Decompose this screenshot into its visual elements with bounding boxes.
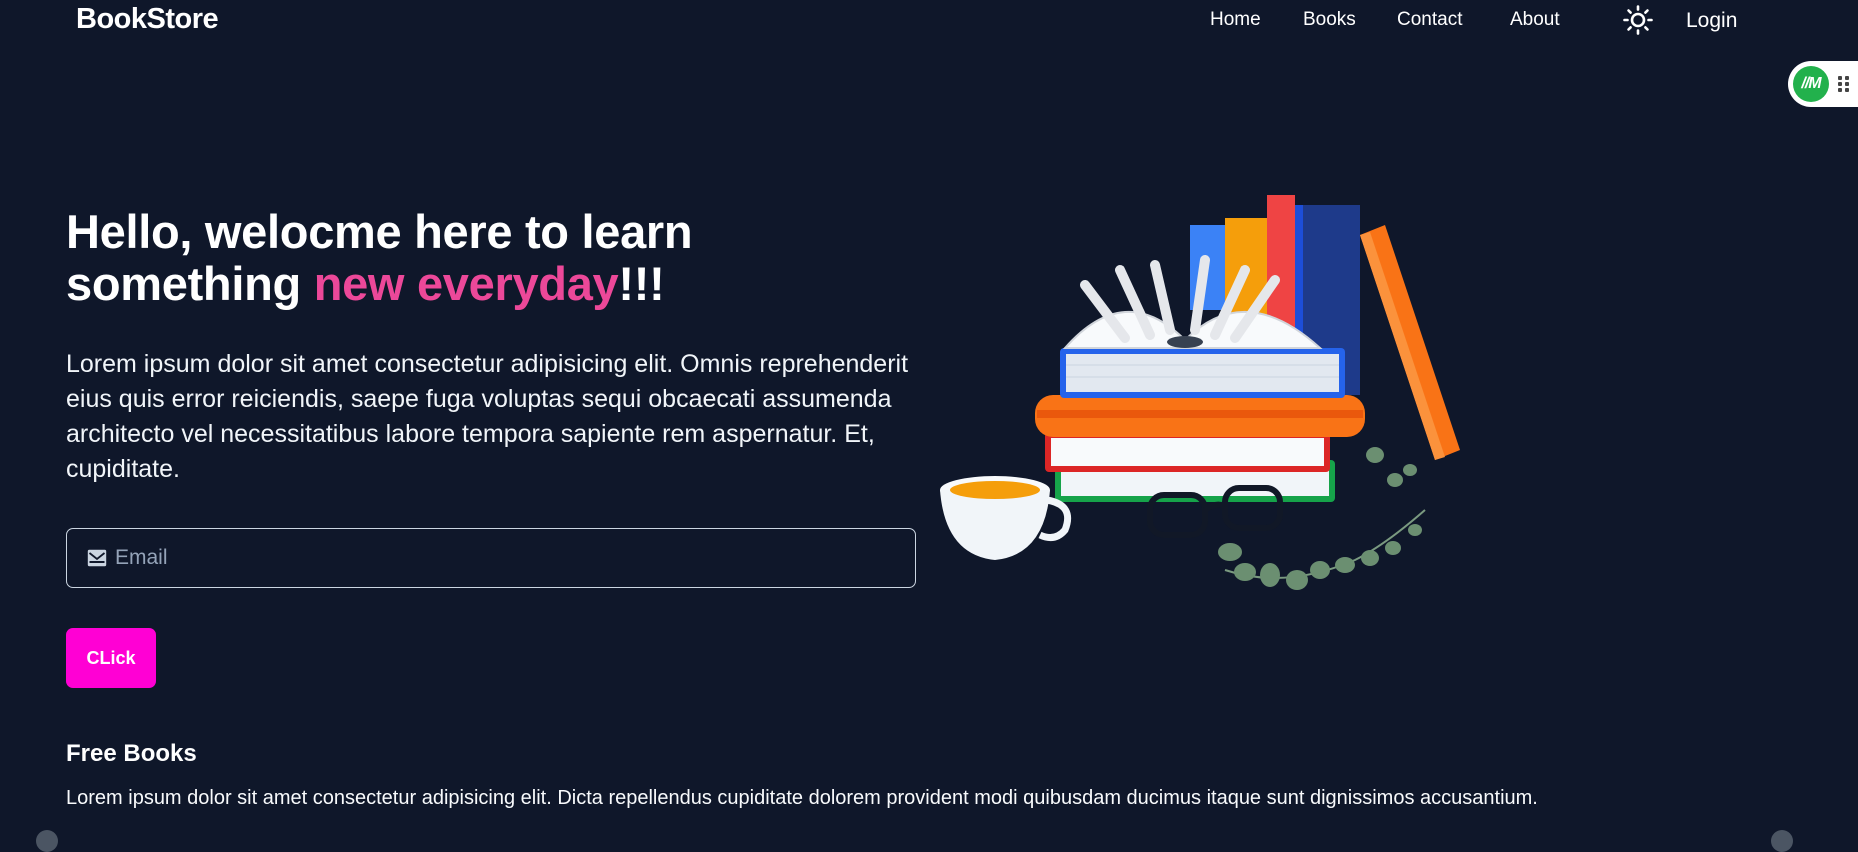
hero-title-exclaim: !!! (618, 257, 665, 310)
hero-description: Lorem ipsum dolor sit amet consectetur a… (66, 350, 909, 483)
nav-contact-link[interactable]: Contact (1397, 9, 1462, 31)
drag-grip-icon[interactable] (1838, 76, 1850, 92)
email-field-wrapper[interactable] (66, 528, 916, 588)
carousel-prev-button[interactable] (36, 830, 58, 852)
login-link[interactable]: Login (1686, 9, 1737, 33)
free-books-description: Lorem ipsum dolor sit amet consectetur a… (66, 787, 1538, 809)
books-illustration (940, 195, 1460, 590)
mail-icon (87, 549, 107, 567)
carousel-next-button[interactable] (1771, 830, 1793, 852)
email-input[interactable] (115, 537, 895, 579)
extension-widget[interactable]: //M (1788, 61, 1858, 107)
theme-toggle-button[interactable] (1622, 4, 1654, 36)
click-button[interactable]: CLick (66, 628, 156, 688)
sun-icon (1623, 5, 1653, 35)
hero-title-accent: new everyday (313, 257, 619, 310)
nav-home-link[interactable]: Home (1210, 9, 1261, 31)
nav-about-link[interactable]: About (1510, 9, 1560, 31)
extension-badge[interactable]: //M (1793, 66, 1829, 102)
free-books-title: Free Books (66, 740, 197, 767)
hero-title: Hello, welocme here to learn something n… (66, 206, 906, 310)
nav-books-link[interactable]: Books (1303, 9, 1356, 31)
navbar: BookStore Home Books Contact About Login (0, 0, 1858, 42)
brand-logo[interactable]: BookStore (76, 3, 219, 36)
